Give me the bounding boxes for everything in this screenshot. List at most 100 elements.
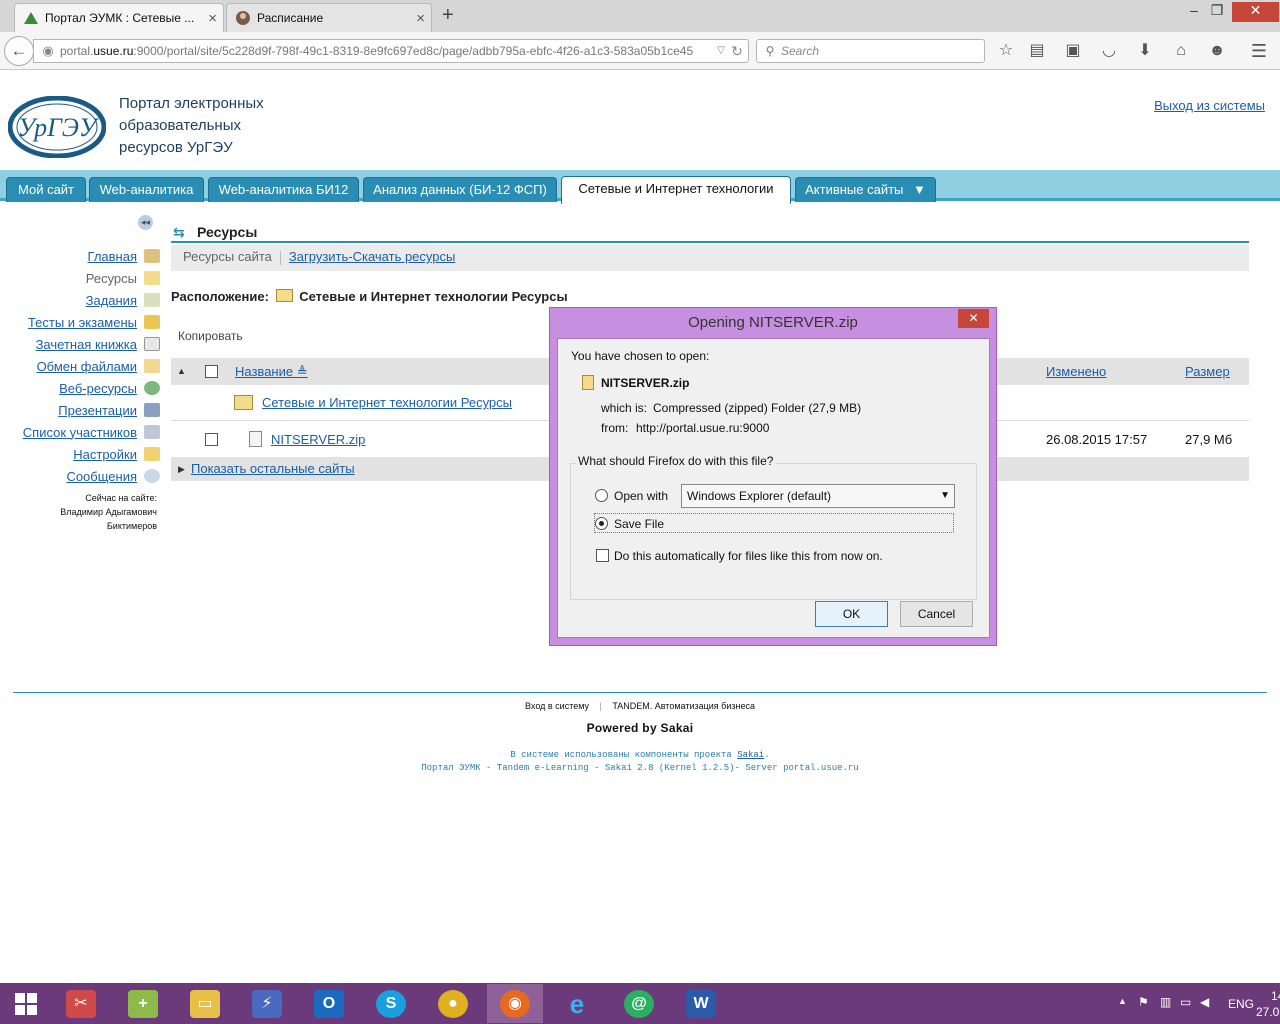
reload-icon[interactable]: ↻ — [727, 41, 747, 61]
open-with-label[interactable]: Open with — [614, 489, 668, 503]
pocket-icon[interactable]: ◡ — [1099, 41, 1119, 61]
site-tab-active-sites[interactable]: Активные сайты ▼ — [795, 177, 936, 202]
show-sites-link[interactable]: Показать остальные сайты — [191, 461, 355, 476]
new-tab-icon[interactable]: + — [442, 4, 454, 27]
site-tab-network-tech[interactable]: Сетевые и Интернет технологии — [561, 176, 791, 204]
logout-link[interactable]: Выход из системы — [1154, 98, 1265, 113]
bookmark-star-icon[interactable]: ☆ — [996, 41, 1016, 61]
window-close-icon[interactable]: ✕ — [1232, 2, 1279, 22]
clock-date[interactable]: 27.08.2015 — [1256, 1005, 1280, 1019]
column-modified-header[interactable]: Изменено — [1046, 358, 1106, 385]
upload-download-link[interactable]: Загрузить-Скачать ресурсы — [289, 249, 455, 264]
sakai-link[interactable]: Sakai — [737, 750, 764, 760]
nav-dropbox[interactable]: Обмен файлами — [37, 356, 160, 376]
browser-tab-schedule[interactable]: Расписание × — [226, 3, 432, 32]
auto-checkbox[interactable] — [596, 549, 609, 562]
downloads-icon[interactable]: ⬇ — [1135, 41, 1155, 61]
nav-label[interactable]: Обмен файлами — [37, 359, 137, 374]
sort-toggle-icon[interactable]: ▲ — [177, 358, 186, 385]
site-identity-icon[interactable]: ◉ — [38, 41, 58, 61]
search-input[interactable]: Search — [756, 39, 985, 63]
firefox-app[interactable]: ◉ — [487, 984, 543, 1023]
footer-login-link[interactable]: Вход в систему — [525, 701, 589, 711]
network-tool-app[interactable]: ⚡ — [239, 984, 295, 1023]
copy-action[interactable]: Копировать — [178, 329, 243, 343]
nav-resources[interactable]: Ресурсы — [86, 268, 160, 288]
open-with-select[interactable]: Windows Explorer (default) ▼ — [681, 484, 955, 508]
reset-icon[interactable]: ⇆ — [173, 221, 185, 243]
menu-icon[interactable]: ☰ — [1249, 41, 1269, 61]
assignment-icon — [144, 293, 160, 307]
back-icon[interactable]: ← — [4, 36, 34, 66]
browser-tab-portal[interactable]: Портал ЭУМК : Сетевые ... × — [14, 3, 224, 32]
usue-logo[interactable]: УрГЭУ — [7, 95, 107, 159]
nav-settings[interactable]: Настройки — [73, 444, 160, 464]
language-indicator[interactable]: ENG — [1228, 997, 1254, 1011]
nav-label[interactable]: Тесты и экзамены — [28, 315, 137, 330]
mail-agent-app[interactable]: @ — [611, 984, 667, 1023]
snipping-tool-app[interactable]: ✂ — [53, 984, 109, 1023]
nav-label[interactable]: Зачетная книжка — [36, 337, 137, 352]
close-tab-icon[interactable]: × — [208, 10, 217, 27]
nav-label[interactable]: Список участников — [23, 425, 137, 440]
site-tab-web-analytics-bi12[interactable]: Web-аналитика БИ12 — [208, 177, 359, 202]
folder-link[interactable]: Сетевые и Интернет технологии Ресурсы — [262, 395, 512, 410]
site-tab-my-site[interactable]: Мой сайт — [6, 177, 86, 202]
tray-expand-icon[interactable]: ▲ — [1118, 996, 1127, 1006]
nav-home[interactable]: Главная — [88, 246, 160, 266]
nav-web-resources[interactable]: Веб-ресурсы — [59, 378, 160, 398]
nav-tests[interactable]: Тесты и экзамены — [28, 312, 160, 332]
nav-gradebook[interactable]: Зачетная книжка — [36, 334, 160, 354]
word-app[interactable]: W — [673, 984, 729, 1023]
roster-icon — [144, 425, 160, 439]
nav-messages[interactable]: Сообщения — [66, 466, 160, 486]
nav-label[interactable]: Настройки — [73, 447, 137, 462]
action-center-icon[interactable]: ⚑ — [1138, 995, 1149, 1009]
site-tab-data-analysis[interactable]: Анализ данных (БИ-12 ФСП) — [363, 177, 557, 202]
internet-explorer-app[interactable]: e — [549, 984, 605, 1023]
nav-roster[interactable]: Список участников — [23, 422, 160, 442]
select-all-checkbox[interactable] — [205, 365, 218, 378]
skype-app[interactable]: S — [363, 984, 419, 1023]
url-bar[interactable]: portal.usue.ru:9000/portal/site/5c228d9f… — [33, 39, 749, 63]
file-link[interactable]: NITSERVER.zip — [271, 432, 365, 447]
nav-presentations[interactable]: Презентации — [58, 400, 160, 420]
outlook-app[interactable]: O — [301, 984, 357, 1023]
chrome-app[interactable]: ● — [425, 984, 481, 1023]
nav-assignments[interactable]: Задания — [86, 290, 160, 310]
network-icon[interactable]: ▥ — [1160, 995, 1171, 1009]
nav-label[interactable]: Веб-ресурсы — [59, 381, 137, 396]
cancel-button[interactable]: Cancel — [900, 601, 973, 627]
open-with-radio[interactable] — [595, 489, 608, 502]
nav-label[interactable]: Главная — [88, 249, 137, 264]
hello-chat-icon[interactable]: ☻ — [1207, 41, 1227, 61]
nav-label[interactable]: Сообщения — [66, 469, 137, 484]
clock-time[interactable]: 14:46 — [1271, 989, 1280, 1003]
location-breadcrumb: Расположение: Сетевые и Интернет техноло… — [171, 289, 568, 304]
close-tab-icon[interactable]: × — [416, 10, 425, 27]
row-checkbox[interactable] — [205, 433, 218, 446]
column-size-header[interactable]: Размер — [1185, 358, 1230, 385]
presence-user: Биктимеров — [106, 521, 157, 531]
reader-view-icon[interactable]: ▣ — [1063, 41, 1083, 61]
start-button[interactable] — [0, 984, 52, 1023]
ok-button[interactable]: OK — [815, 601, 888, 627]
home-icon[interactable]: ⌂ — [1171, 41, 1191, 61]
maximize-icon[interactable]: ❐ — [1200, 2, 1234, 22]
column-name-label: Название — [235, 364, 294, 379]
dialog-close-icon[interactable]: ✕ — [958, 309, 989, 328]
nav-label[interactable]: Презентации — [58, 403, 137, 418]
file-explorer-app[interactable]: ▭ — [177, 984, 233, 1023]
collapse-nav-icon[interactable]: ◂◂ — [138, 215, 153, 230]
column-name-header[interactable]: Название ≜ — [235, 358, 308, 385]
footer-tandem-link[interactable]: TANDEM. Автоматизация бизнеса — [612, 701, 755, 711]
battery-icon[interactable]: ▭ — [1180, 995, 1191, 1009]
bookmarks-list-icon[interactable]: ▤ — [1027, 41, 1047, 61]
notepad-plus-app[interactable]: + — [115, 984, 171, 1023]
volume-icon[interactable]: ◀ — [1200, 995, 1209, 1009]
site-tab-web-analytics[interactable]: Web-аналитика — [89, 177, 204, 202]
save-file-label[interactable]: Save File — [614, 517, 664, 531]
save-file-radio[interactable] — [595, 517, 608, 530]
nav-label[interactable]: Задания — [86, 293, 137, 308]
auto-label[interactable]: Do this automatically for files like thi… — [614, 549, 883, 563]
